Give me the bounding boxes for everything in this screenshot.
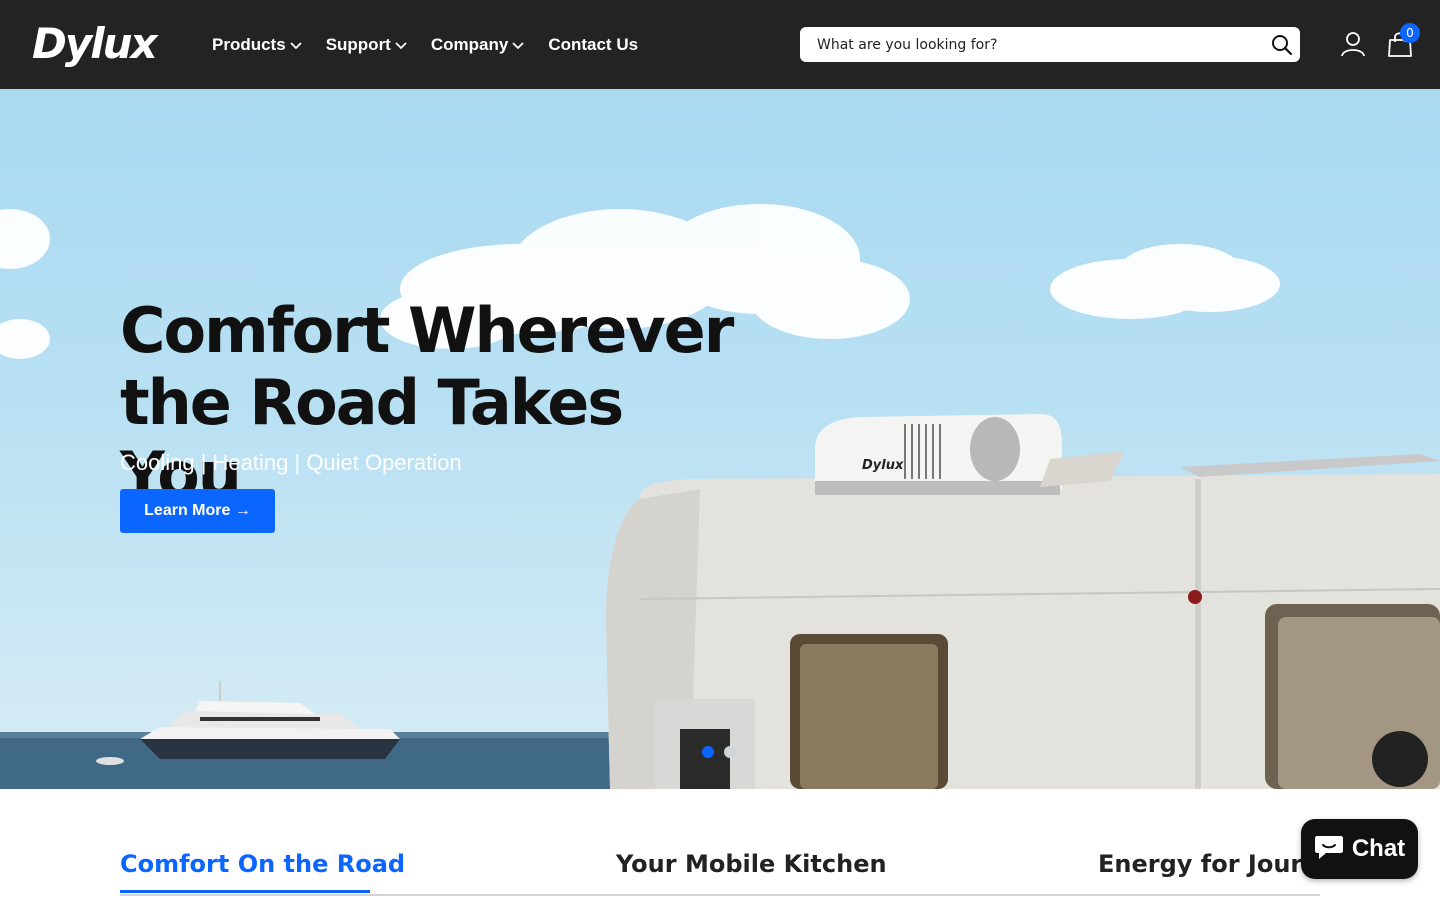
slide-dot-1[interactable] <box>702 746 714 758</box>
search-input[interactable] <box>817 28 1257 61</box>
slider-pagination <box>702 746 736 758</box>
slide-dot-2[interactable] <box>724 746 736 758</box>
chevron-down-icon <box>394 38 408 52</box>
tab-your-mobile-kitchen[interactable]: Your Mobile Kitchen <box>616 850 887 878</box>
chat-label: Chat <box>1351 835 1406 862</box>
nav-company-label: Company <box>430 34 509 54</box>
nav-products-label: Products <box>212 34 286 54</box>
search-bar <box>800 27 1300 62</box>
site-header: Dylux Products Support Company Contact U… <box>0 0 1440 89</box>
dylux-logo[interactable]: Dylux <box>32 18 158 70</box>
nav-support[interactable]: Support <box>326 35 408 55</box>
hero-subtitle: Cooling | Heating | Quiet Operation <box>120 450 462 475</box>
chevron-down-icon <box>289 38 303 52</box>
hero-title: Comfort Wherever the Road Takes You <box>120 294 734 511</box>
logo-text: Dylux <box>32 19 158 68</box>
nav-contact-us[interactable]: Contact Us <box>548 35 638 55</box>
category-tabs: Comfort On the Road Your Mobile Kitchen … <box>120 846 1351 896</box>
learn-more-button[interactable]: Learn More → <box>120 489 275 533</box>
hero-banner: Dylux Comfort Wherever the Road Takes Yo… <box>0 89 1440 789</box>
chat-button[interactable]: Chat <box>1301 819 1418 879</box>
user-icon[interactable] <box>1340 31 1366 57</box>
active-tab-underline <box>120 890 370 893</box>
chat-bubble-icon <box>1314 834 1344 865</box>
nav-support-label: Support <box>325 34 391 54</box>
search-icon[interactable] <box>1270 33 1294 57</box>
main-nav: Products Support Company Contact Us <box>212 0 661 89</box>
nav-contact-us-label: Contact Us <box>548 34 639 54</box>
cart-count-badge: 0 <box>1400 23 1420 43</box>
nav-company[interactable]: Company <box>431 35 525 55</box>
unit-brand-mark: Dylux <box>862 458 904 473</box>
nav-products[interactable]: Products <box>212 35 303 55</box>
chevron-down-icon <box>511 38 525 52</box>
tab-comfort-on-the-road[interactable]: Comfort On the Road <box>120 850 405 878</box>
